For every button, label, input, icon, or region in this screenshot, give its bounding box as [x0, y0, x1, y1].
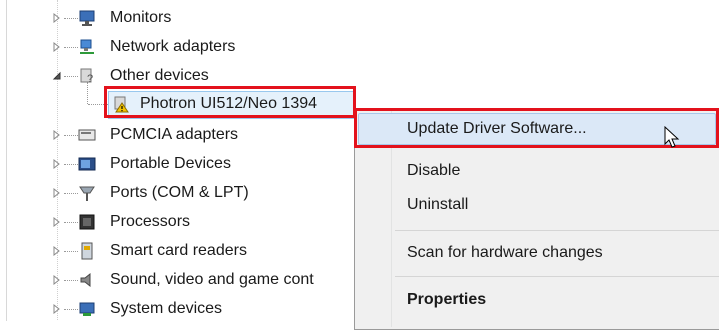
sound-icon	[78, 271, 96, 289]
tree-item-label: Sound, video and game cont	[110, 271, 314, 288]
monitor-icon	[78, 9, 96, 27]
tree-item-label: PCMCIA adapters	[110, 126, 239, 143]
tree-dots	[64, 309, 78, 310]
tree-dots	[64, 18, 78, 19]
tree-dots	[64, 193, 78, 194]
tree-item-label: Processors	[110, 213, 191, 230]
menu-separator	[395, 230, 719, 231]
collapsed-arrow-icon[interactable]	[52, 13, 62, 23]
red-highlight-device	[104, 86, 356, 118]
svg-text:?: ?	[87, 73, 93, 85]
collapsed-arrow-icon[interactable]	[52, 42, 62, 52]
collapsed-arrow-icon[interactable]	[52, 130, 62, 140]
tree-dots	[64, 222, 78, 223]
menu-item-disable[interactable]: Disable	[407, 157, 460, 185]
tree-item-label: Portable Devices	[110, 155, 231, 172]
tree-dots	[64, 164, 78, 165]
other-devices-icon: ?	[78, 67, 96, 85]
smart-card-icon	[78, 242, 96, 260]
tree-item-label: System devices	[110, 300, 223, 317]
menu-item-uninstall[interactable]: Uninstall	[407, 191, 468, 219]
collapsed-arrow-icon[interactable]	[52, 159, 62, 169]
menu-item-properties[interactable]: Properties	[407, 286, 486, 314]
menu-item-scan-hardware[interactable]: Scan for hardware changes	[407, 239, 603, 267]
collapsed-arrow-icon[interactable]	[52, 304, 62, 314]
tree-item-processors[interactable]: Processors	[0, 208, 350, 236]
ports-icon	[78, 184, 96, 202]
mouse-cursor-icon	[664, 125, 680, 155]
tree-item-pcmcia-adapters[interactable]: PCMCIA adapters	[0, 121, 350, 149]
tree-item-system-devices[interactable]: System devices	[0, 295, 350, 323]
tree-item-smart-card-readers[interactable]: Smart card readers	[0, 237, 350, 265]
tree-dots	[64, 280, 78, 281]
tree-item-label: Monitors	[110, 9, 172, 26]
tree-item-label: Smart card readers	[110, 242, 247, 259]
tree-item-ports[interactable]: Ports (COM & LPT)	[0, 179, 350, 207]
tree-item-sound-video-game[interactable]: Sound, video and game cont	[0, 266, 350, 294]
tree-dots	[64, 135, 78, 136]
menu-separator	[395, 276, 719, 277]
portable-device-icon	[78, 155, 96, 173]
tree-item-label: Ports (COM & LPT)	[110, 184, 249, 201]
tree-item-monitors[interactable]: Monitors	[0, 4, 360, 32]
collapsed-arrow-icon[interactable]	[52, 188, 62, 198]
network-adapter-icon	[78, 38, 96, 56]
tree-dots	[64, 76, 78, 77]
tree-item-label: Network adapters	[110, 38, 236, 55]
collapsed-arrow-icon[interactable]	[52, 217, 62, 227]
tree-dots	[64, 47, 78, 48]
collapsed-arrow-icon[interactable]	[52, 275, 62, 285]
tree-dots	[64, 251, 78, 252]
tree-item-network-adapters[interactable]: Network adapters	[0, 33, 360, 61]
tree-item-portable-devices[interactable]: Portable Devices	[0, 150, 350, 178]
pcmcia-icon	[78, 126, 96, 144]
collapsed-arrow-icon[interactable]	[52, 246, 62, 256]
system-device-icon	[78, 300, 96, 318]
processor-icon	[78, 213, 96, 231]
expanded-arrow-icon[interactable]	[52, 71, 62, 81]
